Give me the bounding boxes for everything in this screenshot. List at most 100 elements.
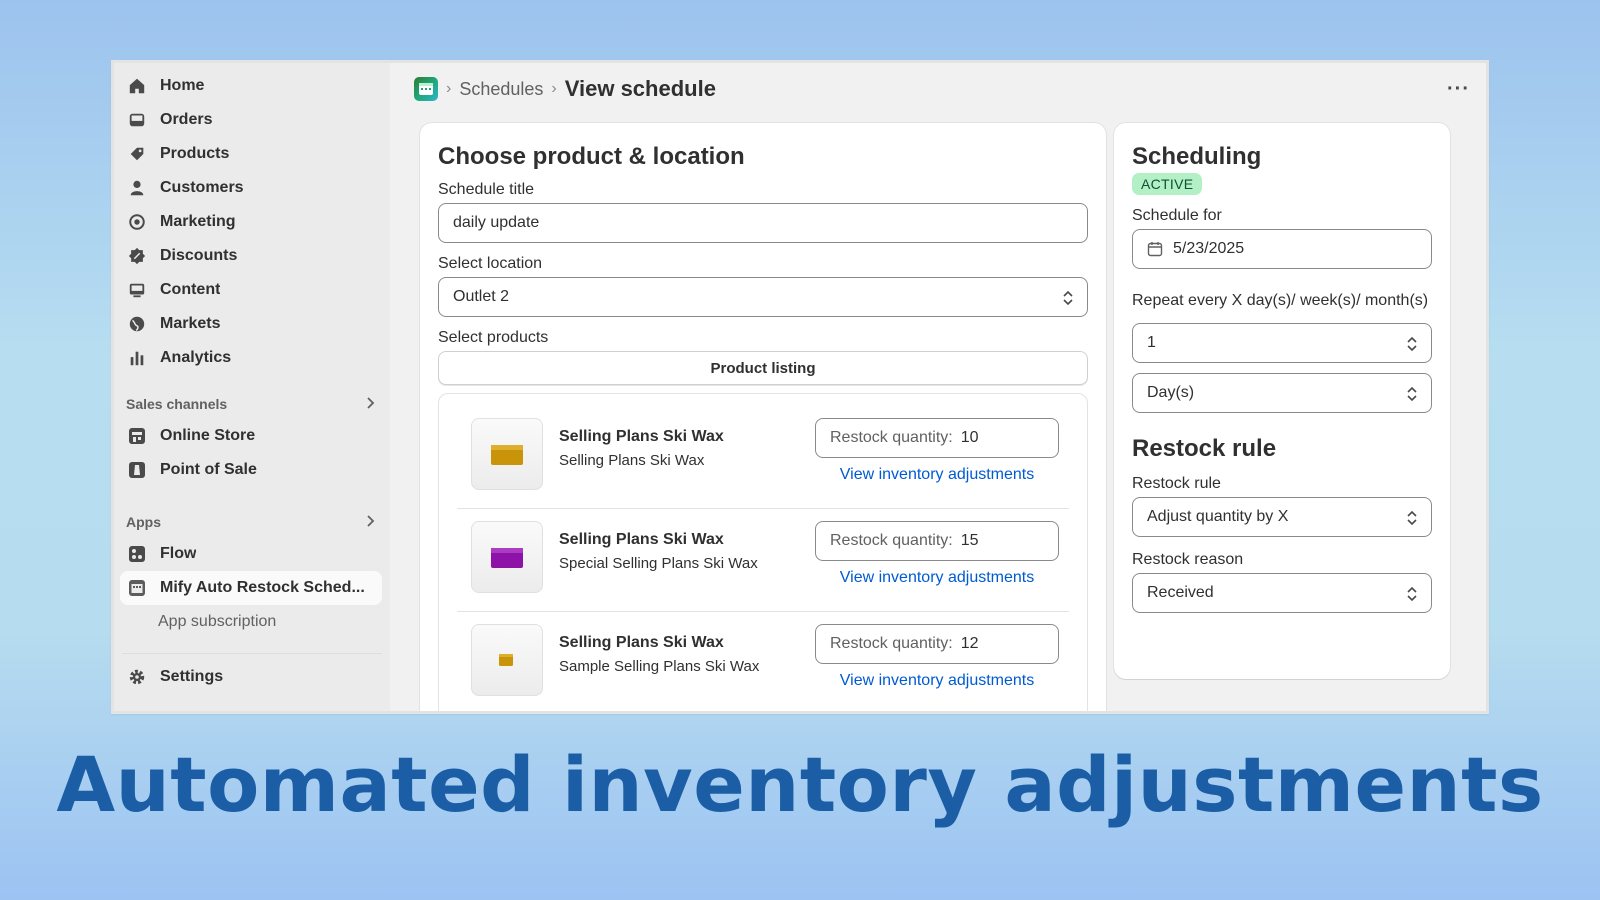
page-title: View schedule [564, 76, 716, 101]
location-value: Outlet 2 [453, 288, 510, 305]
restock-quantity-value: 12 [960, 635, 979, 652]
content-icon [126, 279, 148, 301]
sidebar-item-label: Point of Sale [160, 461, 257, 478]
chevron-right-icon [366, 514, 376, 531]
sales-channels-heading[interactable]: Sales channels [126, 389, 376, 419]
status-badge: ACTIVE [1132, 173, 1203, 195]
pos-icon [126, 459, 148, 481]
select-chevron-icon [1405, 384, 1419, 404]
product-row: Selling Plans Ski Wax Selling Plans Ski … [457, 406, 1069, 509]
restock-quantity-input[interactable]: Restock quantity: 15 [815, 521, 1059, 561]
product-thumbnail [471, 624, 543, 696]
sidebar-item-label: Analytics [160, 349, 232, 366]
product-location-card: Choose product & location Schedule title… [420, 123, 1106, 711]
section-heading-label: Sales channels [126, 396, 228, 412]
restock-reason-label: Restock reason [1132, 551, 1244, 568]
main-content: › Schedules › View schedule ··· Choose p… [390, 63, 1486, 711]
schedule-title-label: Schedule title [438, 181, 535, 198]
sidebar-item-label: Products [160, 145, 230, 162]
select-chevron-icon [1405, 584, 1419, 604]
schedule-title-input[interactable]: daily update [438, 203, 1088, 243]
restock-quantity-prefix: Restock quantity: [830, 429, 953, 446]
repeat-count-value: 1 [1147, 334, 1156, 351]
target-icon [126, 211, 148, 233]
sidebar-item-label: Orders [160, 111, 213, 128]
sidebar: Home Orders Products Customers Marketing [114, 63, 390, 711]
restock-rule-select[interactable]: Adjust quantity by X [1132, 497, 1432, 537]
sidebar-item-analytics[interactable]: Analytics [120, 341, 382, 375]
product-listing-button[interactable]: Product listing [438, 351, 1088, 385]
marketing-headline: Automated inventory adjustments [56, 740, 1544, 829]
repeat-label: Repeat every X day(s)/ week(s)/ month(s) [1132, 292, 1429, 309]
product-row: Selling Plans Ski Wax Sample Selling Pla… [457, 612, 1069, 711]
schedule-date-input[interactable]: 5/23/2025 [1132, 229, 1432, 269]
view-inventory-adjustments-link[interactable]: View inventory adjustments [815, 466, 1059, 484]
discount-icon [126, 245, 148, 267]
restock-reason-value: Received [1147, 584, 1214, 601]
product-variant: Sample Selling Plans Ski Wax [559, 658, 760, 675]
product-list: Selling Plans Ski Wax Selling Plans Ski … [438, 393, 1088, 711]
sidebar-item-label: Flow [160, 545, 197, 562]
location-select[interactable]: Outlet 2 [438, 277, 1088, 317]
sidebar-item-flow[interactable]: Flow [120, 537, 382, 571]
card-title: Choose product & location [438, 143, 745, 170]
view-inventory-adjustments-link[interactable]: View inventory adjustments [815, 569, 1059, 587]
app-logo-icon[interactable] [414, 77, 438, 101]
breadcrumb: › Schedules › View schedule ··· [414, 73, 1470, 105]
sidebar-item-settings[interactable]: Settings [120, 660, 382, 694]
more-actions-icon[interactable]: ··· [1447, 78, 1470, 101]
restock-quantity-input[interactable]: Restock quantity: 10 [815, 418, 1059, 458]
product-row: Selling Plans Ski Wax Special Selling Pl… [457, 509, 1069, 612]
restock-quantity-input[interactable]: Restock quantity: 12 [815, 624, 1059, 664]
breadcrumb-separator: › [551, 80, 557, 97]
sidebar-item-app-subscription[interactable]: App subscription [114, 605, 390, 639]
restock-rule-value: Adjust quantity by X [1147, 508, 1289, 525]
product-title: Selling Plans Ski Wax [559, 634, 724, 651]
product-title: Selling Plans Ski Wax [559, 531, 724, 548]
sidebar-item-label: Home [160, 77, 205, 94]
breadcrumb-schedules-link[interactable]: Schedules [459, 79, 543, 100]
flow-icon [126, 543, 148, 565]
tag-icon [126, 143, 148, 165]
sidebar-item-label: Customers [160, 179, 244, 196]
breadcrumb-separator: › [446, 80, 452, 97]
sidebar-item-products[interactable]: Products [120, 137, 382, 171]
chevron-right-icon [366, 396, 376, 413]
products-label: Select products [438, 329, 549, 346]
product-thumbnail [471, 418, 543, 490]
restock-quantity-value: 10 [960, 429, 979, 446]
store-icon [126, 425, 148, 447]
bar-chart-icon [126, 347, 148, 369]
inbox-icon [126, 109, 148, 131]
repeat-count-select[interactable]: 1 [1132, 323, 1432, 363]
sidebar-item-online-store[interactable]: Online Store [120, 419, 382, 453]
sidebar-item-label: Discounts [160, 247, 238, 264]
app-window: Home Orders Products Customers Marketing [111, 60, 1489, 714]
select-chevron-icon [1405, 334, 1419, 354]
schedule-date-value: 5/23/2025 [1173, 240, 1245, 257]
sidebar-item-home[interactable]: Home [120, 69, 382, 103]
product-variant: Special Selling Plans Ski Wax [559, 555, 758, 572]
repeat-unit-value: Day(s) [1147, 384, 1195, 401]
calendar-icon [1147, 241, 1163, 257]
view-inventory-adjustments-link[interactable]: View inventory adjustments [815, 672, 1059, 690]
scheduling-title: Scheduling [1132, 143, 1262, 170]
select-chevron-icon [1061, 288, 1075, 308]
sidebar-item-customers[interactable]: Customers [120, 171, 382, 205]
home-icon [126, 75, 148, 97]
sidebar-item-point-of-sale[interactable]: Point of Sale [120, 453, 382, 487]
schedule-for-label: Schedule for [1132, 207, 1222, 224]
sidebar-item-orders[interactable]: Orders [120, 103, 382, 137]
sidebar-item-discounts[interactable]: Discounts [120, 239, 382, 273]
sidebar-item-label: Mify Auto Restock Sched... [160, 579, 365, 596]
sidebar-item-mify-app[interactable]: Mify Auto Restock Sched... [120, 571, 382, 605]
sidebar-item-markets[interactable]: Markets [120, 307, 382, 341]
sidebar-item-label: Content [160, 281, 221, 298]
repeat-unit-select[interactable]: Day(s) [1132, 373, 1432, 413]
restock-quantity-value: 15 [960, 532, 979, 549]
restock-rule-title: Restock rule [1132, 435, 1277, 462]
restock-reason-select[interactable]: Received [1132, 573, 1432, 613]
apps-heading[interactable]: Apps [126, 507, 376, 537]
sidebar-item-marketing[interactable]: Marketing [120, 205, 382, 239]
sidebar-item-content[interactable]: Content [120, 273, 382, 307]
